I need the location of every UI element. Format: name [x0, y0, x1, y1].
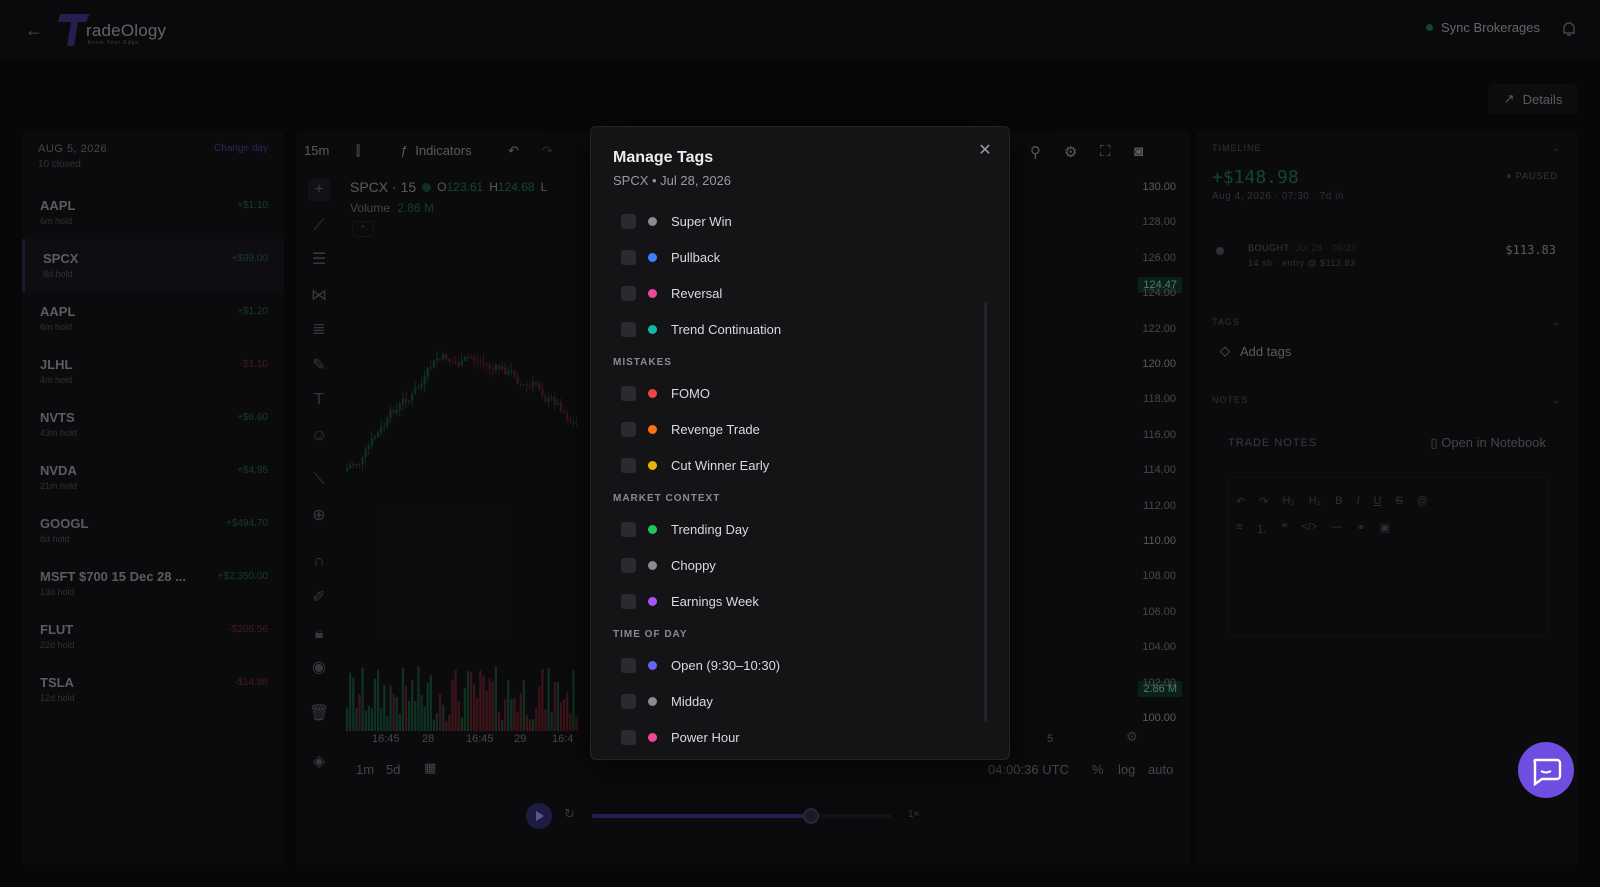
- tag-group-heading: TIME OF DAY: [613, 629, 688, 640]
- tag-option[interactable]: Revenge Trade: [613, 411, 973, 447]
- tag-option[interactable]: Power Hour: [613, 719, 973, 755]
- tag-label: Earnings Week: [671, 593, 759, 609]
- tag-color-dot: [648, 460, 657, 470]
- tag-label: Trend Continuation: [671, 321, 782, 337]
- tag-option[interactable]: Open (9:30–10:30): [613, 647, 973, 683]
- tag-color-dot: [648, 560, 657, 570]
- tag-label: Open (9:30–10:30): [671, 657, 781, 673]
- close-icon[interactable]: ✕: [975, 141, 995, 161]
- tag-option[interactable]: Pullback: [613, 239, 973, 275]
- tag-option[interactable]: Super Win: [613, 203, 973, 239]
- tag-option[interactable]: Midday: [613, 683, 973, 719]
- modal-title: Manage Tags: [613, 149, 714, 166]
- tag-label: Power Hour: [671, 729, 740, 745]
- tag-option[interactable]: Reversal: [613, 275, 973, 311]
- tag-checkbox[interactable]: [621, 285, 636, 301]
- chat-button[interactable]: [1518, 742, 1574, 798]
- tag-option[interactable]: Trend Continuation: [613, 311, 973, 347]
- tag-color-dot: [648, 216, 657, 226]
- manage-tags-modal: Manage Tags SPCX • Jul 28, 2026 ✕ Super …: [590, 126, 1010, 760]
- tag-color-dot: [648, 732, 657, 742]
- tag-checkbox[interactable]: [621, 249, 636, 265]
- tag-label: Reversal: [671, 285, 723, 301]
- tag-checkbox[interactable]: [621, 385, 636, 401]
- tag-color-dot: [648, 288, 657, 298]
- tag-checkbox[interactable]: [621, 729, 636, 745]
- tag-color-dot: [648, 596, 657, 606]
- tag-label: Midday: [671, 693, 713, 709]
- tag-color-dot: [648, 524, 657, 534]
- tag-label: FOMO: [671, 385, 710, 401]
- tag-checkbox[interactable]: [621, 657, 636, 673]
- tag-label: Cut Winner Early: [671, 457, 770, 473]
- tag-checkbox[interactable]: [621, 321, 636, 337]
- tag-checkbox[interactable]: [621, 213, 636, 229]
- tag-color-dot: [648, 324, 657, 334]
- tag-option[interactable]: FOMO: [613, 375, 973, 411]
- tag-group-heading: MISTAKES: [613, 357, 672, 368]
- tag-label: Pullback: [671, 249, 721, 265]
- tag-label: Super Win: [671, 213, 732, 229]
- tag-checkbox[interactable]: [621, 457, 636, 473]
- tag-option[interactable]: Earnings Week: [613, 583, 973, 619]
- tag-checkbox[interactable]: [621, 521, 636, 537]
- modal-subtitle: SPCX • Jul 28, 2026: [613, 173, 732, 188]
- chat-bubble-icon: [1533, 758, 1562, 787]
- tag-checkbox[interactable]: [621, 593, 636, 609]
- tag-option[interactable]: Choppy: [613, 547, 973, 583]
- tag-option[interactable]: Trending Day: [613, 511, 973, 547]
- tag-color-dot: [648, 660, 657, 670]
- tag-label: Choppy: [671, 557, 716, 573]
- tag-label: Revenge Trade: [671, 421, 760, 437]
- tag-list: Super Win Pullback Reversal Trend Contin…: [613, 203, 973, 759]
- tag-checkbox[interactable]: [621, 557, 636, 573]
- tag-color-dot: [648, 252, 657, 262]
- tag-color-dot: [648, 424, 657, 434]
- tag-group-heading: MARKET CONTEXT: [613, 493, 721, 504]
- tag-checkbox[interactable]: [621, 421, 636, 437]
- tag-checkbox[interactable]: [621, 693, 636, 709]
- tag-color-dot: [648, 696, 657, 706]
- tag-option[interactable]: Cut Winner Early: [613, 447, 973, 483]
- modal-scrollbar[interactable]: [984, 302, 987, 722]
- tag-color-dot: [648, 388, 657, 398]
- tag-label: Trending Day: [671, 521, 749, 537]
